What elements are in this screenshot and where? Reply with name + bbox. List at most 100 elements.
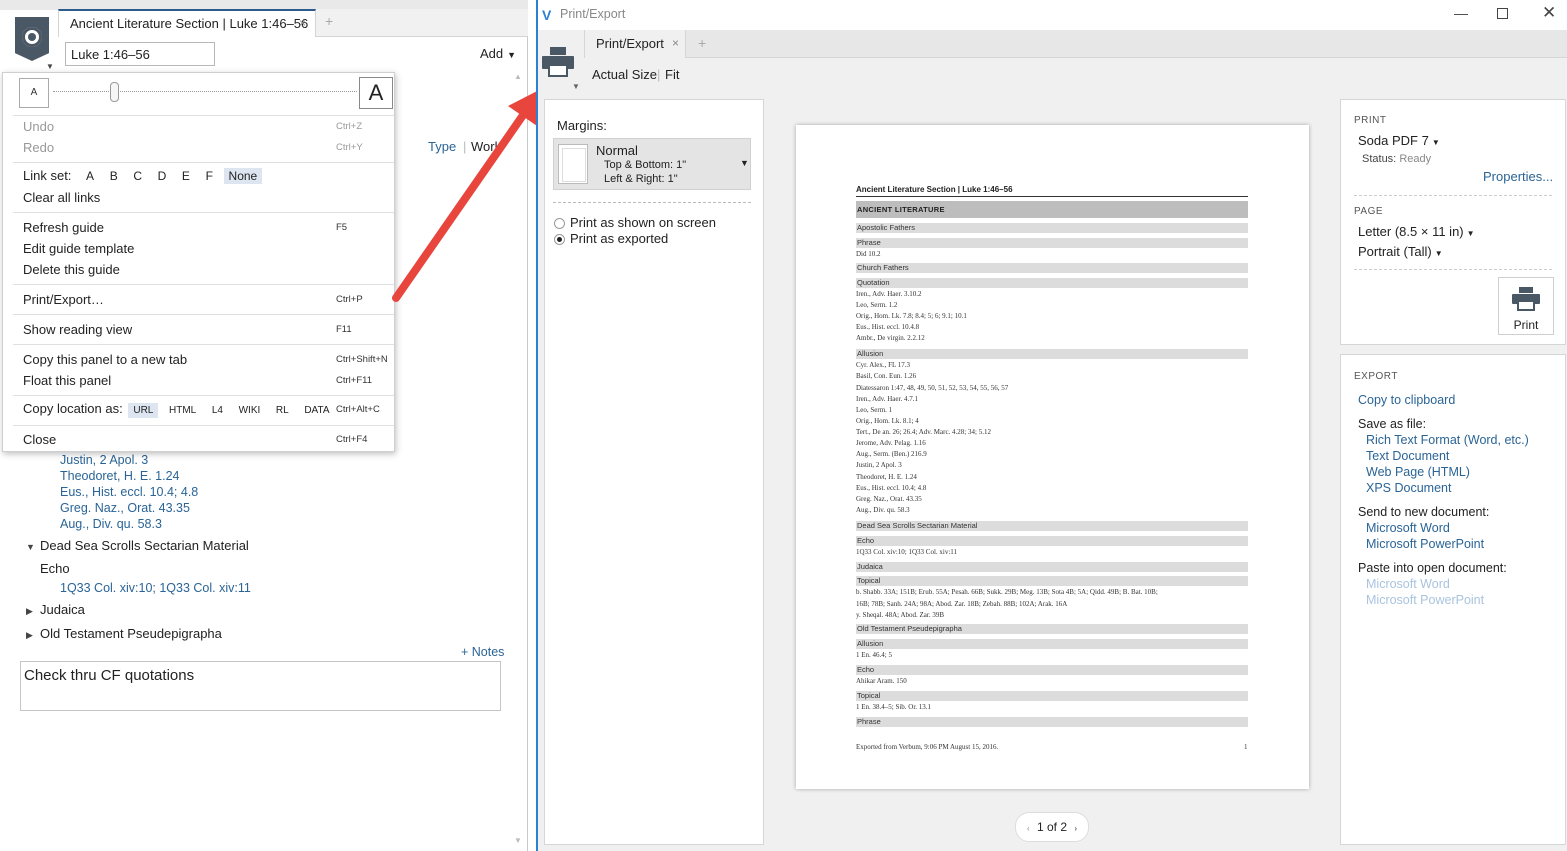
work-link[interactable]: Work [471, 139, 501, 154]
export-text-link[interactable]: Text Document [1366, 449, 1449, 463]
export-heading: EXPORT [1354, 371, 1398, 382]
scroll-up-icon[interactable]: ▲ [514, 72, 522, 81]
menu-divider [13, 395, 394, 396]
add-tab-icon[interactable]: + [325, 13, 333, 29]
chevron-down-icon: ▼ [507, 50, 517, 60]
link-set-d[interactable]: D [153, 168, 172, 184]
preview-line: 1 En. 46.4; 5 [856, 651, 892, 659]
paper-size-dropdown[interactable]: Letter (8.5 × 11 in) ▼ [1358, 224, 1475, 239]
citation-link[interactable]: 1Q33 Col. xiv:10; 1Q33 Col. xiv:11 [60, 581, 251, 595]
link-set-a[interactable]: A [81, 168, 99, 184]
separator: | [657, 67, 661, 82]
menu-item-close[interactable]: Close [23, 432, 56, 447]
copy-location-label: Copy location as: [23, 401, 123, 416]
radio-label[interactable]: Print as shown on screen [570, 215, 716, 230]
export-html-link[interactable]: Web Page (HTML) [1366, 465, 1470, 479]
minimize-button[interactable]: — [1454, 5, 1468, 21]
panel-menu-button[interactable] [15, 17, 49, 61]
close-icon[interactable]: × [299, 16, 306, 30]
notes-textarea[interactable]: Check thru CF quotations [20, 661, 501, 711]
close-icon[interactable]: × [672, 36, 679, 50]
export-rtf-link[interactable]: Rich Text Format (Word, etc.) [1366, 433, 1529, 447]
fit-button[interactable]: Fit [665, 67, 679, 82]
printer-dropdown[interactable]: Soda PDF 7 ▼ [1358, 133, 1440, 148]
add-tab-icon[interactable]: + [698, 35, 706, 51]
printer-properties-link[interactable]: Properties... [1483, 169, 1553, 184]
preview-line: Justin, 2 Apol. 3 [856, 461, 902, 469]
link-set-e[interactable]: E [177, 168, 195, 184]
radio-print-as-exported[interactable] [554, 234, 565, 245]
next-page-button[interactable]: › [1074, 824, 1077, 833]
export-xps-link[interactable]: XPS Document [1366, 481, 1451, 495]
margins-dropdown[interactable]: Normal Top & Bottom: 1" Left & Right: 1"… [553, 138, 751, 190]
add-button[interactable]: Add ▼ [480, 46, 516, 61]
preview-subheader: Phrase [856, 238, 1248, 248]
menu-item-float-panel[interactable]: Float this panel [23, 373, 111, 388]
orientation-dropdown[interactable]: Portrait (Tall) ▼ [1358, 244, 1443, 259]
section-dead-sea-scrolls[interactable]: ▼ Dead Sea Scrolls Sectarian Material [26, 538, 249, 553]
section-judaica[interactable]: ▶ Judaica [26, 602, 85, 617]
close-window-button[interactable]: ✕ [1542, 3, 1556, 23]
copy-location-html[interactable]: HTML [164, 403, 201, 418]
copy-to-clipboard-link[interactable]: Copy to clipboard [1358, 393, 1455, 407]
font-size-slider-handle[interactable] [110, 82, 119, 102]
link-set-f[interactable]: F [201, 168, 218, 184]
previous-page-button[interactable]: ‹ [1027, 824, 1030, 833]
citation-link[interactable]: Eus., Hist. eccl. 10.4; 4.8 [60, 485, 198, 499]
citation-link[interactable]: Aug., Div. qu. 58.3 [60, 517, 162, 531]
print-preview-page: Ancient Literature Section | Luke 1:46–5… [796, 125, 1309, 789]
copy-location-data[interactable]: DATA [299, 403, 334, 418]
chevron-down-icon[interactable]: ▼ [572, 82, 580, 91]
menu-item-delete-guide[interactable]: Delete this guide [23, 262, 120, 277]
link-set-c[interactable]: C [128, 168, 147, 184]
menu-item-undo[interactable]: Undo [23, 119, 54, 134]
tab-title: Ancient Literature Section | Luke 1:46–5… [70, 16, 309, 31]
preview-line: b. Shabb. 33A; 151B; Erub. 55A; Pesah. 6… [856, 588, 1158, 596]
margins-label: Margins: [557, 118, 607, 133]
copy-location-rl[interactable]: RL [271, 403, 294, 418]
copy-location-wiki[interactable]: WIKI [234, 403, 266, 418]
citation-link[interactable]: Greg. Naz., Orat. 43.35 [60, 501, 190, 515]
font-decrease-button[interactable]: A [19, 78, 49, 108]
send-to-word-link[interactable]: Microsoft Word [1366, 521, 1450, 535]
shortcut-text: Ctrl+Z [336, 121, 363, 132]
menu-item-refresh-guide[interactable]: Refresh guide [23, 220, 104, 235]
add-notes-link[interactable]: + Notes [461, 645, 504, 659]
maximize-button[interactable] [1497, 8, 1508, 19]
menu-item-clear-links[interactable]: Clear all links [23, 190, 100, 205]
font-increase-button[interactable]: A [359, 77, 393, 109]
shortcut-text: F11 [336, 324, 352, 335]
type-link[interactable]: Type [428, 139, 456, 154]
tab-print-export[interactable]: Print/Export × [584, 30, 686, 58]
tab-guide[interactable]: Ancient Literature Section | Luke 1:46–5… [58, 9, 316, 37]
paste-into-powerpoint-link[interactable]: Microsoft PowerPoint [1366, 593, 1484, 607]
menu-item-edit-template[interactable]: Edit guide template [23, 241, 134, 256]
preview-line: Ahikar Aram. 150 [856, 677, 907, 685]
copy-location-l4[interactable]: L4 [207, 403, 228, 418]
preview-line: Greg. Naz., Orat. 43.35 [856, 495, 922, 503]
radio-print-as-shown[interactable] [554, 218, 565, 229]
preview-footer: Exported from Verbum, 9:06 PM August 15,… [856, 743, 999, 751]
font-size-slider[interactable] [53, 91, 357, 94]
actual-size-button[interactable]: Actual Size [592, 67, 657, 82]
preview-line: Diatessaron 1:47, 48, 49, 50, 51, 52, 53… [856, 384, 1009, 392]
send-to-powerpoint-link[interactable]: Microsoft PowerPoint [1366, 537, 1484, 551]
copy-location-url[interactable]: URL [128, 403, 159, 418]
menu-item-redo[interactable]: Redo [23, 140, 54, 155]
link-set-none[interactable]: None [223, 168, 263, 184]
section-ot-pseudepigrapha[interactable]: ▶ Old Testament Pseudepigrapha [26, 626, 222, 641]
paste-into-word-link[interactable]: Microsoft Word [1366, 577, 1450, 591]
citation-link[interactable]: Theodoret, H. E. 1.24 [60, 469, 180, 483]
link-set-b[interactable]: B [105, 168, 123, 184]
print-button[interactable]: Print [1498, 277, 1554, 335]
page-indicator: 1 of 2 [1036, 820, 1068, 834]
menu-item-reading-view[interactable]: Show reading view [23, 322, 132, 337]
scroll-down-icon[interactable]: ▼ [514, 836, 522, 845]
printer-icon[interactable] [542, 47, 574, 77]
menu-item-copy-panel[interactable]: Copy this panel to a new tab [23, 352, 187, 367]
radio-label[interactable]: Print as exported [570, 231, 668, 246]
paste-into-label: Paste into open document: [1358, 561, 1507, 575]
reference-input[interactable] [65, 42, 215, 66]
citation-link[interactable]: Justin, 2 Apol. 3 [60, 453, 148, 467]
menu-item-print-export[interactable]: Print/Export… [23, 292, 104, 307]
